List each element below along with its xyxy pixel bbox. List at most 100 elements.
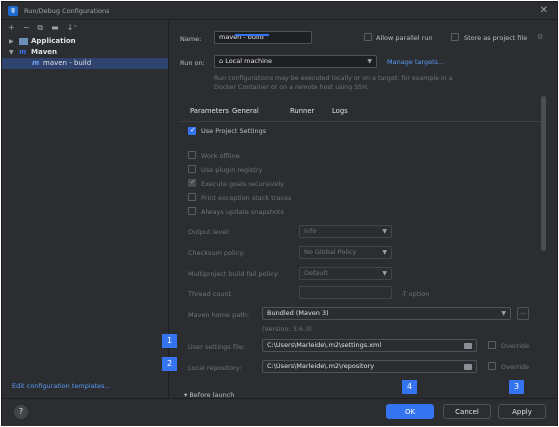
thread-count-suffix: -T option bbox=[401, 290, 430, 298]
output-level-select[interactable]: Info ▼ bbox=[299, 225, 392, 238]
store-project-label: Store as project file bbox=[464, 34, 528, 42]
maven-home-select[interactable]: Bundled (Maven 3) ▼ bbox=[262, 307, 511, 320]
output-level-value: Info bbox=[304, 227, 317, 235]
execute-goals-checkbox[interactable]: ✓ bbox=[188, 178, 196, 187]
thread-count-label: Thread count bbox=[188, 290, 232, 298]
check-icon: ✓ bbox=[190, 126, 196, 134]
chevron-down-icon: ▼ bbox=[367, 58, 372, 65]
local-repo-label: Local repository: bbox=[188, 364, 242, 372]
store-project-checkbox[interactable] bbox=[451, 33, 459, 41]
cancel-button[interactable]: Cancel bbox=[443, 404, 491, 419]
override-settings-checkbox[interactable] bbox=[488, 341, 496, 349]
local-repo-field[interactable]: C:\Users\Marleide\.m2\repository bbox=[262, 360, 477, 373]
copy-icon[interactable]: ⧉ bbox=[37, 23, 43, 33]
work-offline-label: Work offline bbox=[201, 152, 240, 160]
chevron-down-icon: ▼ bbox=[9, 49, 14, 56]
tab-parameters[interactable]: Parameters bbox=[190, 107, 229, 115]
check-icon: ✓ bbox=[190, 178, 196, 186]
title-bar: IJ Run/Debug Configurations ✕ bbox=[2, 2, 557, 20]
run-on-label: Run on: bbox=[180, 59, 205, 67]
use-plugin-registry-label: Use plugin registry bbox=[201, 166, 263, 174]
checksum-label: Checksum policy: bbox=[188, 249, 245, 257]
use-project-settings-checkbox[interactable]: ✓ bbox=[188, 126, 196, 135]
local-repo-value: C:\Users\Marleide\.m2\repository bbox=[267, 362, 375, 370]
help-button[interactable]: ? bbox=[14, 405, 28, 419]
override-repo-label: Override bbox=[501, 363, 530, 371]
checksum-value: No Global Policy bbox=[304, 248, 357, 256]
folder-icon[interactable]: ▬ bbox=[51, 23, 59, 33]
multiproject-select[interactable]: Default ▼ bbox=[299, 267, 392, 280]
remove-icon[interactable]: − bbox=[23, 23, 30, 33]
gear-icon[interactable]: ⚙ bbox=[537, 33, 543, 41]
user-settings-label: User settings file: bbox=[188, 343, 245, 351]
tree-item-application[interactable]: ▶ Application bbox=[2, 36, 168, 47]
tree-item-label: maven - build bbox=[43, 59, 92, 67]
thread-count-field[interactable] bbox=[299, 286, 392, 299]
work-offline-checkbox[interactable] bbox=[188, 151, 196, 159]
marker-3: 3 bbox=[509, 380, 524, 394]
execute-goals-label: Execute goals recursively bbox=[201, 180, 284, 188]
close-icon[interactable]: ✕ bbox=[540, 5, 548, 16]
maven-icon: m bbox=[32, 59, 40, 67]
dialog-buttons: ? OK Cancel Apply bbox=[2, 398, 557, 426]
configurations-toolbar: + − ⧉ ▬ ↓⁼ bbox=[8, 23, 78, 33]
checksum-select[interactable]: No Global Policy ▼ bbox=[299, 246, 392, 259]
user-settings-field[interactable]: C:\Users\Marleide\.m2\settings.xml bbox=[262, 339, 477, 352]
apply-button[interactable]: Apply bbox=[498, 404, 546, 419]
override-settings-label: Override bbox=[501, 342, 530, 350]
scrollbar[interactable] bbox=[541, 96, 546, 251]
browse-maven-home-button[interactable]: … bbox=[517, 307, 529, 320]
allow-parallel-checkbox[interactable] bbox=[364, 33, 372, 41]
configuration-form: Name: maven - build Allow parallel run S… bbox=[170, 21, 557, 398]
tab-general[interactable]: General bbox=[232, 107, 259, 115]
folder-icon[interactable] bbox=[464, 343, 472, 349]
maven-version-label: (Version: 3.6.3) bbox=[262, 325, 312, 333]
maven-home-value: Bundled (Maven 3) bbox=[267, 309, 329, 317]
tree-item-maven[interactable]: ▼ m Maven bbox=[2, 47, 168, 58]
run-on-value: Local machine bbox=[225, 57, 273, 65]
add-icon[interactable]: + bbox=[8, 23, 15, 33]
multiproject-label: Multiproject build fail policy: bbox=[188, 270, 280, 278]
print-stack-traces-label: Print exception stack traces bbox=[201, 194, 292, 202]
multiproject-value: Default bbox=[304, 269, 328, 277]
folder-icon[interactable] bbox=[464, 364, 472, 370]
tab-runner[interactable]: Runner bbox=[290, 107, 314, 115]
use-plugin-registry-checkbox[interactable] bbox=[188, 165, 196, 173]
update-snapshots-label: Always update snapshots bbox=[201, 208, 284, 216]
user-settings-value: C:\Users\Marleide\.m2\settings.xml bbox=[267, 341, 382, 349]
chevron-down-icon: ▼ bbox=[382, 270, 387, 277]
run-on-hint: Run configurations may be executed local… bbox=[214, 75, 453, 91]
maven-icon: m bbox=[19, 48, 27, 56]
tab-logs[interactable]: Logs bbox=[332, 107, 348, 115]
window-title: Run/Debug Configurations bbox=[24, 7, 110, 15]
allow-parallel-label: Allow parallel run bbox=[376, 34, 433, 42]
edit-templates-link[interactable]: Edit configuration templates... bbox=[12, 382, 111, 390]
configurations-panel: + − ⧉ ▬ ↓⁼ ▶ Application ▼ m Maven m mav… bbox=[2, 21, 169, 398]
ok-button[interactable]: OK bbox=[386, 404, 434, 419]
tabs: Parameters General Runner Logs bbox=[184, 107, 384, 121]
sort-icon[interactable]: ↓⁼ bbox=[67, 23, 78, 33]
override-repo-checkbox[interactable] bbox=[488, 362, 496, 370]
use-project-settings-label: Use Project Settings bbox=[201, 127, 267, 135]
tree-item-label: Application bbox=[31, 37, 76, 45]
active-tab-indicator bbox=[235, 34, 269, 36]
marker-4: 4 bbox=[402, 380, 417, 394]
chevron-right-icon: ▶ bbox=[9, 38, 14, 45]
intellij-logo-icon: IJ bbox=[8, 6, 18, 16]
chevron-down-icon: ▼ bbox=[501, 310, 506, 317]
chevron-down-icon: ▼ bbox=[382, 249, 387, 256]
manage-targets-link[interactable]: Manage targets... bbox=[387, 58, 444, 66]
chevron-down-icon: ▼ bbox=[382, 228, 387, 235]
print-stack-traces-checkbox[interactable] bbox=[188, 193, 196, 201]
tree-item-label: Maven bbox=[31, 48, 57, 56]
tree-item-maven-build[interactable]: m maven - build bbox=[2, 58, 168, 69]
tab-divider bbox=[180, 121, 545, 122]
name-label: Name: bbox=[180, 35, 202, 43]
run-on-select[interactable]: ⌂ Local machine ▼ bbox=[214, 55, 377, 68]
update-snapshots-checkbox[interactable] bbox=[188, 207, 196, 215]
application-icon bbox=[19, 38, 28, 45]
marker-2: 2 bbox=[162, 357, 177, 371]
output-level-label: Output level: bbox=[188, 228, 231, 236]
name-field[interactable]: maven - build bbox=[214, 31, 312, 44]
run-debug-dialog: IJ Run/Debug Configurations ✕ + − ⧉ ▬ ↓⁼… bbox=[1, 1, 558, 426]
